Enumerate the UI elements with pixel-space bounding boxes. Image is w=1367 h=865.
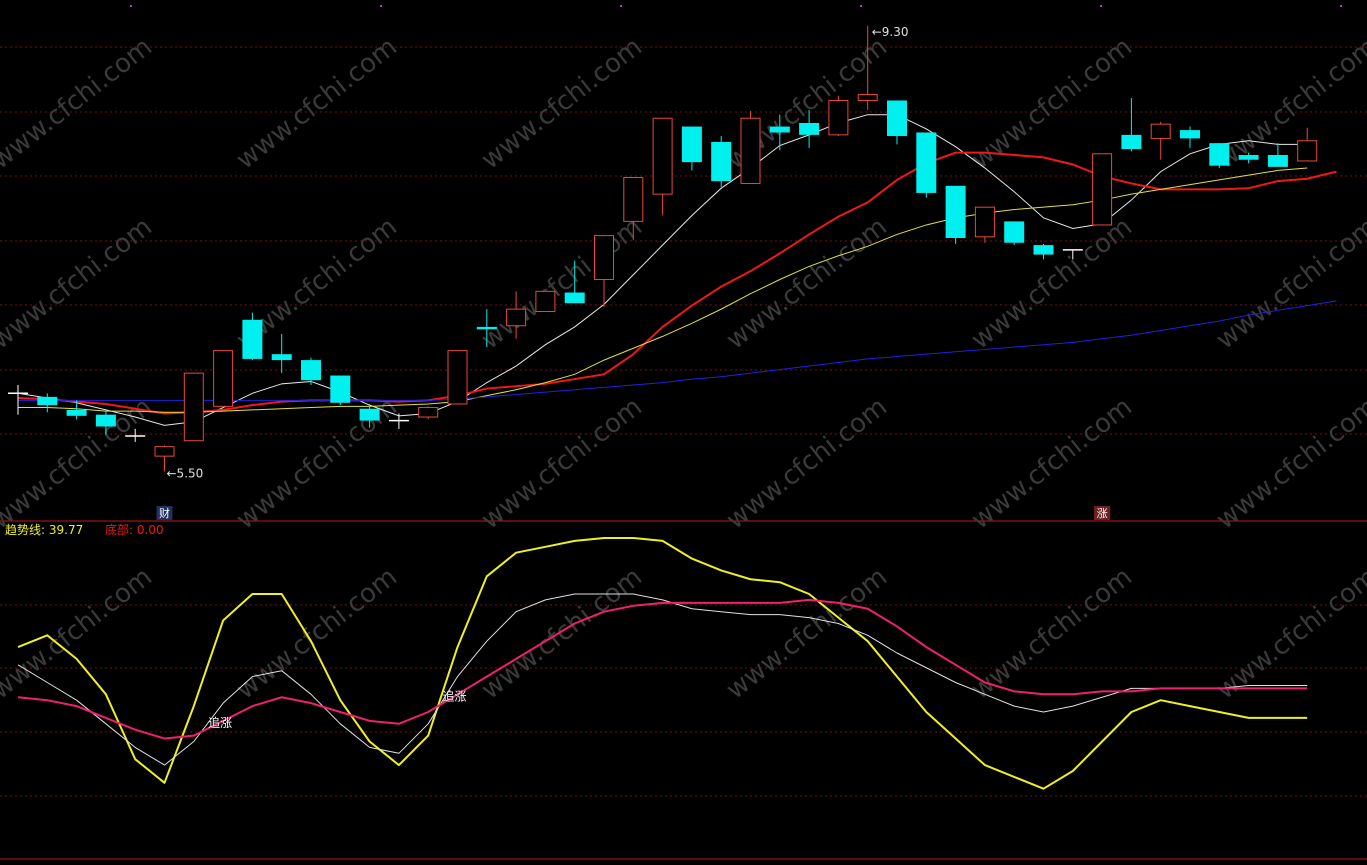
watermark-text: www.cfchi.com bbox=[721, 562, 893, 706]
candle-body bbox=[1267, 155, 1288, 167]
candle-body bbox=[66, 409, 87, 416]
watermark-text: www.cfchi.com bbox=[1211, 32, 1367, 176]
watermark-text: www.cfchi.com bbox=[0, 562, 158, 706]
candle-body bbox=[1121, 134, 1142, 150]
watermark-text: www.cfchi.com bbox=[231, 32, 403, 176]
marker-text: 涨 bbox=[1097, 507, 1108, 520]
legend-trend-line: 趋势线: 39.77 bbox=[5, 523, 83, 537]
watermark-text: www.cfchi.com bbox=[231, 562, 403, 706]
signal-label: 追涨 bbox=[208, 715, 232, 730]
candle-body bbox=[359, 408, 380, 421]
candle-body bbox=[242, 319, 263, 359]
marker-text: 财 bbox=[159, 506, 170, 520]
candle-body bbox=[476, 326, 497, 330]
candle-body bbox=[95, 414, 116, 427]
watermark-text: www.cfchi.com bbox=[476, 32, 648, 176]
watermark-text: www.cfchi.com bbox=[0, 32, 158, 176]
candle-body bbox=[1297, 140, 1318, 162]
candle-body bbox=[769, 126, 790, 133]
candle-body bbox=[828, 99, 849, 136]
candle-body bbox=[681, 126, 702, 163]
candle-body bbox=[564, 292, 585, 304]
candle-body bbox=[974, 206, 995, 238]
candle-body bbox=[1238, 155, 1259, 160]
indicator-line bbox=[17, 593, 1308, 766]
watermark-text: www.cfchi.com bbox=[476, 562, 648, 706]
watermark-text: www.cfchi.com bbox=[476, 212, 648, 356]
candle-body bbox=[506, 308, 527, 327]
watermark-text: www.cfchi.com bbox=[1211, 562, 1367, 706]
top-tick bbox=[380, 5, 382, 7]
candle-body bbox=[418, 407, 439, 418]
candle-body bbox=[154, 446, 175, 457]
candle-body bbox=[535, 290, 556, 312]
watermark-text: www.cfchi.com bbox=[966, 392, 1138, 536]
watermark-text: www.cfchi.com bbox=[1211, 392, 1367, 536]
high-price-label: ←9.30 bbox=[872, 25, 909, 39]
candle-body bbox=[945, 185, 966, 238]
watermark-text: www.cfchi.com bbox=[721, 212, 893, 356]
candle-body bbox=[1092, 153, 1113, 226]
legend-bottom: 底部: 0.00 bbox=[105, 522, 164, 537]
candle-body bbox=[213, 350, 234, 407]
low-price-label: ←5.50 bbox=[167, 467, 204, 481]
top-tick bbox=[1340, 5, 1342, 7]
watermark-text: www.cfchi.com bbox=[1211, 212, 1367, 356]
stock-chart: www.cfchi.com www.cfchi.com www.cfchi.com w… bbox=[0, 5, 1367, 860]
candle-body bbox=[301, 360, 321, 381]
candle-body bbox=[271, 354, 292, 361]
signal-label: 追涨 bbox=[443, 688, 467, 703]
watermark-text: www.cfchi.com bbox=[721, 392, 893, 536]
watermark-text: www.cfchi.com bbox=[0, 212, 158, 356]
candle-body bbox=[623, 177, 644, 222]
candle-body bbox=[1004, 221, 1025, 243]
candle-body bbox=[857, 94, 878, 101]
candle-body bbox=[740, 117, 761, 184]
candle-body bbox=[1209, 143, 1230, 166]
candle-body bbox=[652, 117, 673, 195]
indicator-legend: 趋势线: 39.77 底部: 0.00 bbox=[5, 522, 164, 537]
candle-body bbox=[330, 375, 351, 403]
event-marker: 财 bbox=[156, 506, 173, 520]
candle-body bbox=[37, 396, 58, 406]
candle-body bbox=[1180, 130, 1200, 139]
top-tick bbox=[620, 5, 622, 7]
price-panel[interactable]: ←9.30 ←5.50 财 涨 bbox=[8, 25, 1337, 520]
candle-body bbox=[594, 235, 614, 280]
candle-body bbox=[1150, 123, 1171, 139]
candle-body bbox=[447, 350, 468, 405]
watermark-text: www.cfchi.com bbox=[476, 392, 648, 536]
candle-body bbox=[711, 141, 732, 182]
candle-body bbox=[887, 100, 907, 137]
candle-body bbox=[916, 132, 937, 193]
top-tick bbox=[1100, 5, 1102, 7]
candle-body bbox=[799, 122, 820, 135]
top-tick bbox=[860, 5, 862, 7]
event-marker: 涨 bbox=[1094, 506, 1111, 520]
candle-body bbox=[1033, 245, 1054, 255]
top-tick bbox=[130, 5, 132, 7]
candle-body bbox=[183, 372, 204, 442]
